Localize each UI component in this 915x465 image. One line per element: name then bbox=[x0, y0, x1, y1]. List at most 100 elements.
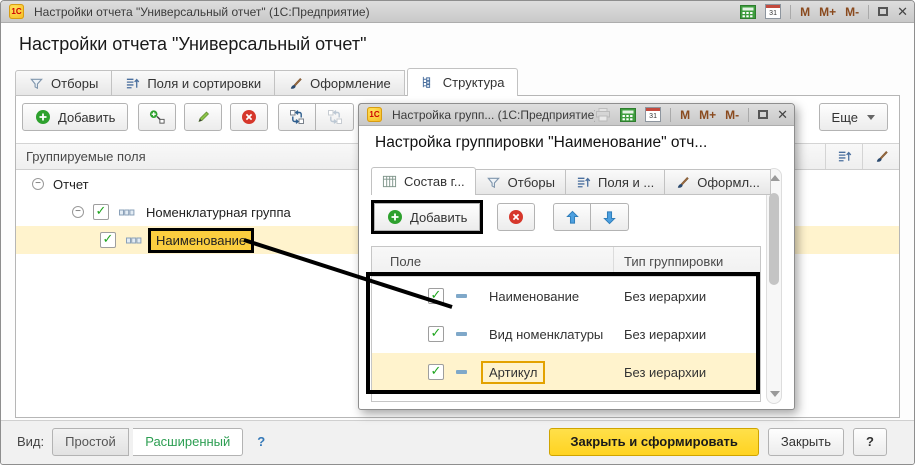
appearance-column-header[interactable] bbox=[862, 144, 899, 169]
maximize-button[interactable] bbox=[878, 7, 888, 16]
calendar-icon-top bbox=[766, 5, 780, 8]
sort-column-header[interactable] bbox=[825, 144, 862, 169]
tab-composition[interactable]: Состав г... bbox=[371, 167, 476, 195]
titlebar-separator bbox=[748, 108, 749, 122]
titlebar-separator bbox=[670, 108, 671, 122]
screenshot-root: 1С Настройки отчета "Универсальный отчет… bbox=[0, 0, 915, 465]
group-type-value: Без иерархии bbox=[624, 289, 706, 304]
funnel-icon bbox=[486, 175, 501, 190]
field-label: Артикул bbox=[489, 365, 537, 380]
tab-appearance[interactable]: Оформление bbox=[275, 70, 405, 96]
plus-icon bbox=[387, 209, 403, 225]
calendar-icon[interactable]: 31 bbox=[765, 4, 781, 19]
collapse-icon[interactable] bbox=[72, 206, 84, 218]
delete-icon bbox=[241, 109, 257, 125]
checkbox[interactable] bbox=[428, 288, 444, 304]
pencil-icon bbox=[195, 109, 211, 125]
memory-button[interactable]: M bbox=[800, 5, 810, 19]
memory-plus-button[interactable]: M+ bbox=[819, 5, 836, 19]
column-header-field[interactable]: Поле bbox=[372, 247, 614, 276]
dialog-scrollbar[interactable] bbox=[766, 168, 782, 404]
help-link[interactable]: ? bbox=[257, 434, 265, 449]
funnel-icon bbox=[29, 76, 44, 91]
collapse-icon[interactable] bbox=[32, 178, 44, 190]
grouping-icon bbox=[126, 236, 142, 245]
close-window-button[interactable]: ✕ bbox=[897, 5, 908, 18]
field-label: Наименование bbox=[489, 289, 579, 304]
main-footer: Вид: Простой Расширенный ? Закрыть и сфо… bbox=[1, 420, 914, 464]
scroll-down-icon[interactable] bbox=[770, 391, 780, 397]
table-header: Поле Тип группировки bbox=[372, 247, 760, 277]
scrollbar-thumb[interactable] bbox=[769, 193, 779, 285]
column-header-group-type[interactable]: Тип группировки bbox=[614, 247, 760, 276]
chevron-down-icon bbox=[867, 115, 875, 120]
checkbox[interactable] bbox=[428, 326, 444, 342]
annotation-box-name: Наименование bbox=[148, 228, 254, 253]
memory-plus-button[interactable]: M+ bbox=[699, 108, 716, 122]
field-dash-icon bbox=[456, 294, 467, 298]
field-label: Вид номенклатуры bbox=[489, 327, 603, 342]
1c-logo-icon: 1С bbox=[367, 107, 382, 122]
calculator-icon[interactable] bbox=[740, 5, 756, 19]
checkbox[interactable] bbox=[93, 204, 109, 220]
view-simple-button[interactable]: Простой bbox=[52, 428, 129, 456]
tab-fields-dialog[interactable]: Поля и ... bbox=[566, 169, 665, 195]
tab-label: Отборы bbox=[508, 175, 555, 190]
more-button-label: Еще bbox=[832, 110, 858, 125]
tab-fields-sorting[interactable]: Поля и сортировки bbox=[112, 70, 275, 96]
paintbrush-icon bbox=[874, 149, 889, 164]
view-switcher: Простой Расширенный bbox=[52, 428, 243, 456]
main-titlebar: 1С Настройки отчета "Универсальный отчет… bbox=[1, 1, 914, 23]
close-dialog-button[interactable]: ✕ bbox=[777, 108, 788, 121]
view-extended-button[interactable]: Расширенный bbox=[133, 428, 243, 456]
calendar-icon[interactable]: 31 bbox=[645, 107, 661, 122]
add-button[interactable]: Добавить bbox=[22, 103, 128, 131]
memory-button[interactable]: M bbox=[680, 108, 690, 122]
tab-structure[interactable]: Структура bbox=[407, 68, 519, 96]
tree-row-label: Наименование bbox=[156, 233, 246, 248]
memory-minus-button[interactable]: M- bbox=[845, 5, 859, 19]
calculator-icon[interactable] bbox=[620, 108, 636, 122]
close-and-generate-button[interactable]: Закрыть и сформировать bbox=[549, 428, 759, 456]
sort-icon bbox=[576, 175, 591, 190]
move-up-button-dialog[interactable] bbox=[553, 203, 591, 231]
maximize-button[interactable] bbox=[758, 110, 768, 119]
delete-icon bbox=[508, 209, 524, 225]
table-row-nomenclature-type[interactable]: Вид номенклатуры Без иерархии bbox=[372, 315, 760, 353]
more-button[interactable]: Еще bbox=[819, 103, 888, 131]
add-button-dialog[interactable]: Добавить bbox=[374, 203, 480, 231]
calendar-day: 31 bbox=[649, 112, 657, 121]
tab-filters[interactable]: Отборы bbox=[15, 70, 112, 96]
table-row-name[interactable]: Наименование Без иерархии bbox=[372, 277, 760, 315]
tab-label: Структура bbox=[443, 75, 505, 90]
move-out-of-group-button[interactable] bbox=[316, 103, 354, 131]
tab-appearance-dialog[interactable]: Оформл... bbox=[665, 169, 771, 195]
checkbox[interactable] bbox=[428, 364, 444, 380]
move-into-group-button[interactable] bbox=[278, 103, 316, 131]
add-group-button[interactable] bbox=[138, 103, 176, 131]
view-simple-label: Простой bbox=[65, 434, 116, 449]
annotation-box-add-button: Добавить bbox=[371, 200, 483, 234]
dialog-tabs: Состав г... Отборы Поля и ... Оформл... bbox=[369, 168, 771, 195]
calendar-day: 31 bbox=[769, 9, 777, 18]
close-button-footer[interactable]: Закрыть bbox=[768, 428, 844, 456]
move-down-button-dialog[interactable] bbox=[591, 203, 629, 231]
tab-label: Отборы bbox=[51, 76, 98, 91]
memory-minus-button[interactable]: M- bbox=[725, 108, 739, 122]
delete-button-dialog[interactable] bbox=[497, 203, 535, 231]
group-type-value: Без иерархии bbox=[624, 327, 706, 342]
tab-label: Поля и сортировки bbox=[147, 76, 261, 91]
edit-button[interactable] bbox=[184, 103, 222, 131]
dialog-titlebar: 1С Настройка групп... (1С:Предприятие) 3… bbox=[359, 104, 794, 126]
move-into-group-icon bbox=[289, 109, 305, 125]
table-grid-icon bbox=[382, 174, 397, 189]
sort-icon bbox=[125, 76, 140, 91]
titlebar-separator bbox=[790, 5, 791, 19]
delete-button[interactable] bbox=[230, 103, 268, 131]
scroll-up-icon[interactable] bbox=[770, 175, 780, 181]
checkbox[interactable] bbox=[100, 232, 116, 248]
tab-filters-dialog[interactable]: Отборы bbox=[476, 169, 566, 195]
table-row-article[interactable]: Артикул Без иерархии bbox=[372, 353, 760, 391]
paintbrush-icon bbox=[675, 175, 690, 190]
help-button[interactable]: ? bbox=[853, 428, 887, 456]
